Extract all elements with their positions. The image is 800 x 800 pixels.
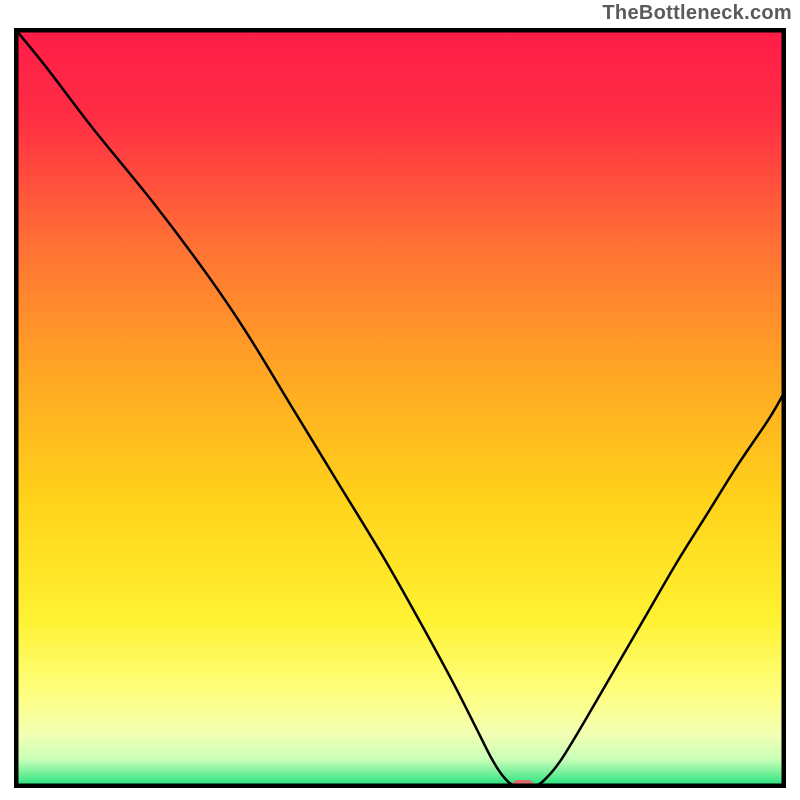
chart-frame: TheBottleneck.com — [0, 0, 800, 800]
chart-plot — [14, 28, 786, 788]
chart-background — [16, 30, 784, 786]
chart-svg — [14, 28, 786, 788]
attribution-label: TheBottleneck.com — [602, 2, 792, 25]
